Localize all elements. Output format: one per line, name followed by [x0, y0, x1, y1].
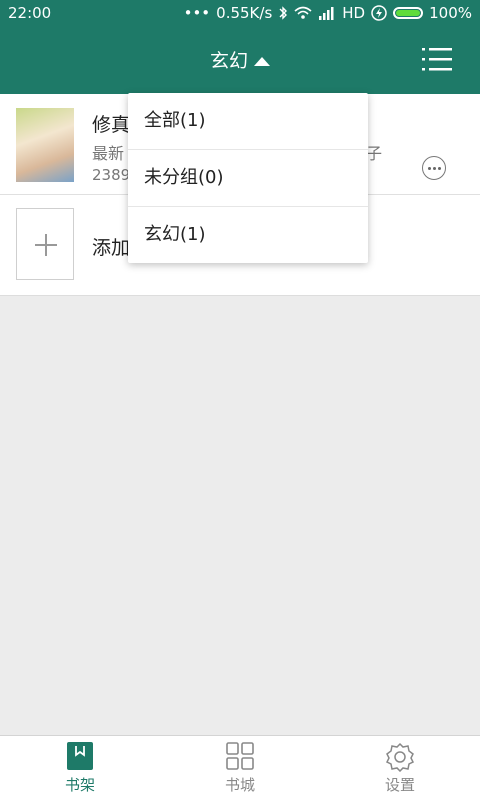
tab-settings-label: 设置: [384, 776, 415, 794]
notification-dots: •••: [183, 4, 211, 22]
bookshelf-icon: [67, 742, 93, 770]
group-title: 玄幻: [209, 50, 248, 72]
wifi-icon: [294, 6, 312, 19]
bluetooth-icon: [279, 6, 288, 20]
charging-icon: [371, 5, 387, 21]
dropdown-item-all[interactable]: 全部(1): [128, 93, 368, 150]
add-plus-icon: [16, 208, 74, 280]
dropdown-item-xuanhuan[interactable]: 玄幻(1): [128, 207, 368, 263]
tab-bookstore-label: 书城: [224, 776, 255, 794]
battery-percent: 100%: [429, 4, 472, 22]
grid-icon: [226, 742, 254, 770]
group-dropdown: 全部(1) 未分组(0) 玄幻(1): [128, 93, 368, 263]
book-title: 修真: [92, 114, 131, 136]
status-icons: ••• 0.55K/s HD 100%: [184, 4, 472, 22]
gear-icon: [385, 742, 415, 772]
signal-icon: [319, 7, 334, 20]
tab-bookshelf[interactable]: 书架: [0, 736, 160, 800]
add-book-label: 添加: [92, 237, 131, 259]
battery-icon: [393, 7, 424, 19]
status-time: 22:00: [8, 4, 52, 22]
tab-settings[interactable]: 设置: [320, 736, 480, 800]
book-latest-chapter-tail: 子: [366, 144, 383, 163]
book-count: 2389: [92, 166, 131, 184]
caret-up-icon: [254, 57, 270, 66]
tab-bookshelf-label: 书架: [64, 776, 95, 794]
more-options-icon[interactable]: [422, 156, 446, 180]
book-cover: [16, 108, 74, 182]
tab-bookstore[interactable]: 书城: [160, 736, 320, 800]
bottom-nav: 书架 书城 设置: [0, 735, 480, 800]
group-selector[interactable]: 玄幻: [0, 46, 480, 73]
network-speed: 0.55K/s: [216, 4, 273, 22]
book-latest-chapter: 最新: [92, 144, 125, 163]
list-menu-icon[interactable]: [422, 46, 452, 72]
dropdown-item-ungrouped[interactable]: 未分组(0): [128, 150, 368, 207]
app-header: 玄幻: [0, 26, 480, 94]
status-bar: 22:00 ••• 0.55K/s HD 100%: [0, 0, 480, 26]
hd-label: HD: [342, 4, 366, 22]
